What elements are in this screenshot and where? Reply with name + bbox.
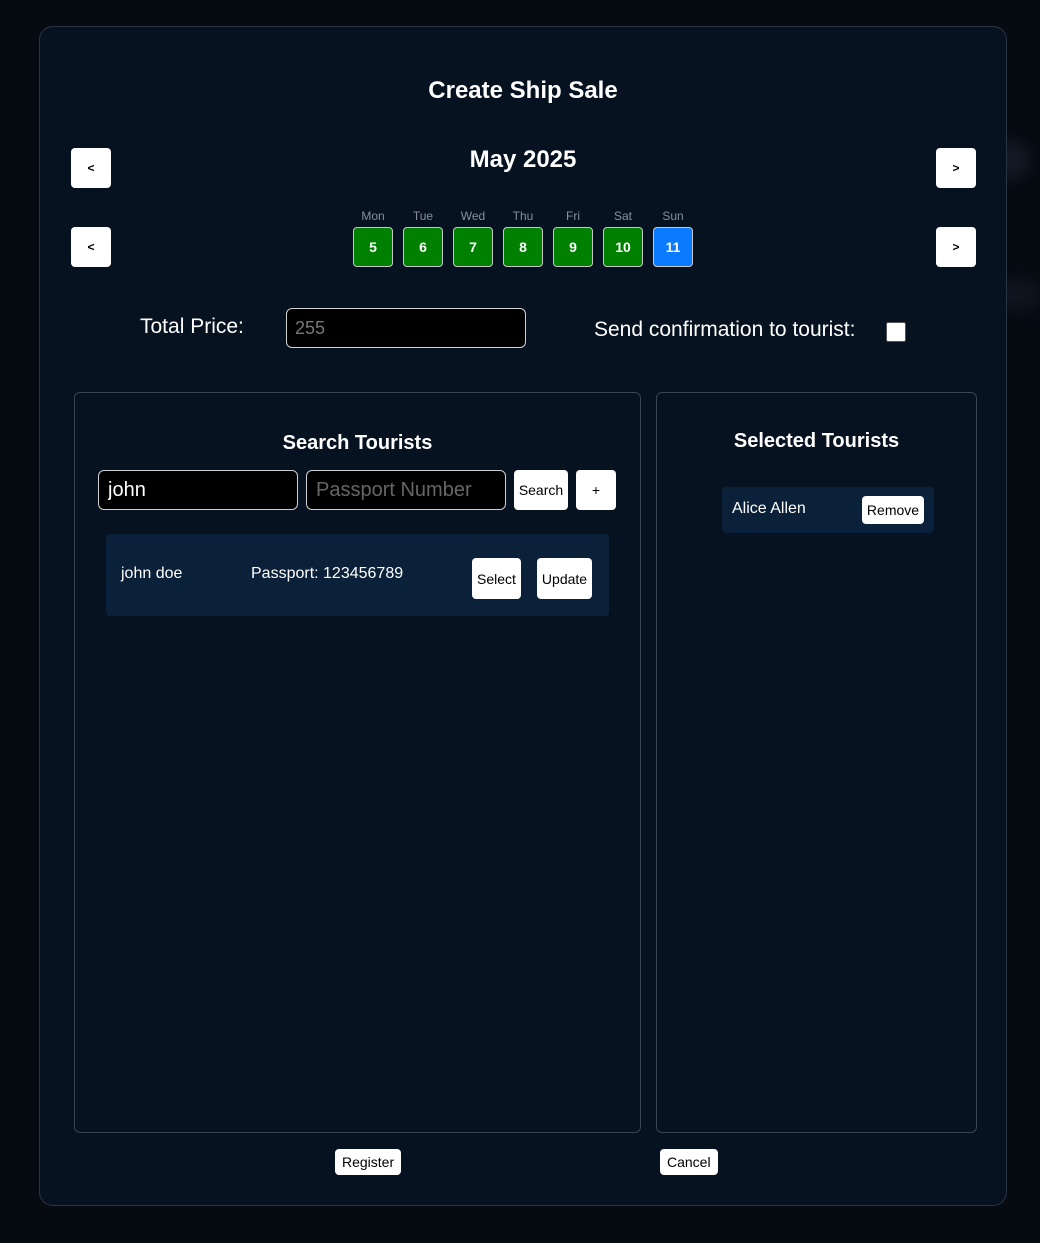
day-name: Wed bbox=[460, 209, 486, 223]
total-price-input[interactable] bbox=[286, 308, 526, 348]
day-column-wed: Wed 7 bbox=[453, 209, 493, 267]
update-tourist-button[interactable]: Update bbox=[537, 558, 592, 599]
passport-number-input[interactable] bbox=[306, 470, 506, 510]
next-week-button[interactable]: > bbox=[936, 227, 976, 267]
send-confirmation-checkbox[interactable] bbox=[886, 322, 906, 342]
day-button-6[interactable]: 6 bbox=[403, 227, 443, 267]
day-button-9[interactable]: 9 bbox=[553, 227, 593, 267]
send-confirmation-label: Send confirmation to tourist: bbox=[594, 318, 856, 341]
selected-tourist-name: Alice Allen bbox=[732, 500, 806, 517]
week-days-row: Mon 5 Tue 6 Wed 7 Thu 8 Fri 9 Sat 10 Sun… bbox=[353, 209, 693, 267]
select-tourist-button[interactable]: Select bbox=[472, 558, 521, 599]
day-button-7[interactable]: 7 bbox=[453, 227, 493, 267]
day-column-thu: Thu 8 bbox=[503, 209, 543, 267]
day-button-11[interactable]: 11 bbox=[653, 227, 693, 267]
day-name: Tue bbox=[412, 209, 434, 223]
tourist-name: john doe bbox=[121, 565, 183, 582]
next-month-button[interactable]: > bbox=[936, 148, 976, 188]
selected-tourists-panel: Selected Tourists Alice Allen Remove bbox=[656, 392, 977, 1133]
selected-tourist-item: Alice Allen Remove bbox=[722, 487, 934, 533]
remove-tourist-button[interactable]: Remove bbox=[862, 496, 924, 524]
day-column-sun: Sun 11 bbox=[653, 209, 693, 267]
add-tourist-button[interactable]: + bbox=[576, 470, 616, 510]
day-name: Mon bbox=[361, 209, 385, 223]
total-price-label: Total Price: bbox=[140, 315, 244, 338]
day-column-tue: Tue 6 bbox=[403, 209, 443, 267]
search-tourists-title: Search Tourists bbox=[282, 432, 433, 454]
prev-week-button[interactable]: < bbox=[71, 227, 111, 267]
day-name: Thu bbox=[512, 209, 534, 223]
tourist-passport: Passport: 123456789 bbox=[251, 565, 404, 582]
create-ship-sale-modal: Create Ship Sale < May 2025 > < Mon 5 Tu… bbox=[39, 26, 1007, 1206]
register-button[interactable]: Register bbox=[335, 1149, 402, 1175]
selected-tourists-title: Selected Tourists bbox=[733, 430, 900, 452]
search-tourists-panel: Search Tourists Search + john doe Passpo… bbox=[74, 392, 641, 1133]
day-button-8[interactable]: 8 bbox=[503, 227, 543, 267]
day-column-sat: Sat 10 bbox=[603, 209, 643, 267]
search-button[interactable]: Search bbox=[514, 470, 568, 510]
day-button-5[interactable]: 5 bbox=[353, 227, 393, 267]
day-column-fri: Fri 9 bbox=[553, 209, 593, 267]
tourist-name-input[interactable] bbox=[98, 470, 298, 510]
day-name: Fri bbox=[566, 209, 580, 223]
day-column-mon: Mon 5 bbox=[353, 209, 393, 267]
month-title: May 2025 bbox=[469, 146, 577, 173]
cancel-button[interactable]: Cancel bbox=[660, 1149, 718, 1175]
search-result-row: john doe Passport: 123456789 Select Upda… bbox=[106, 534, 609, 616]
modal-title: Create Ship Sale bbox=[428, 77, 618, 104]
day-button-10[interactable]: 10 bbox=[603, 227, 643, 267]
day-name: Sat bbox=[613, 209, 632, 223]
day-name: Sun bbox=[662, 209, 684, 223]
